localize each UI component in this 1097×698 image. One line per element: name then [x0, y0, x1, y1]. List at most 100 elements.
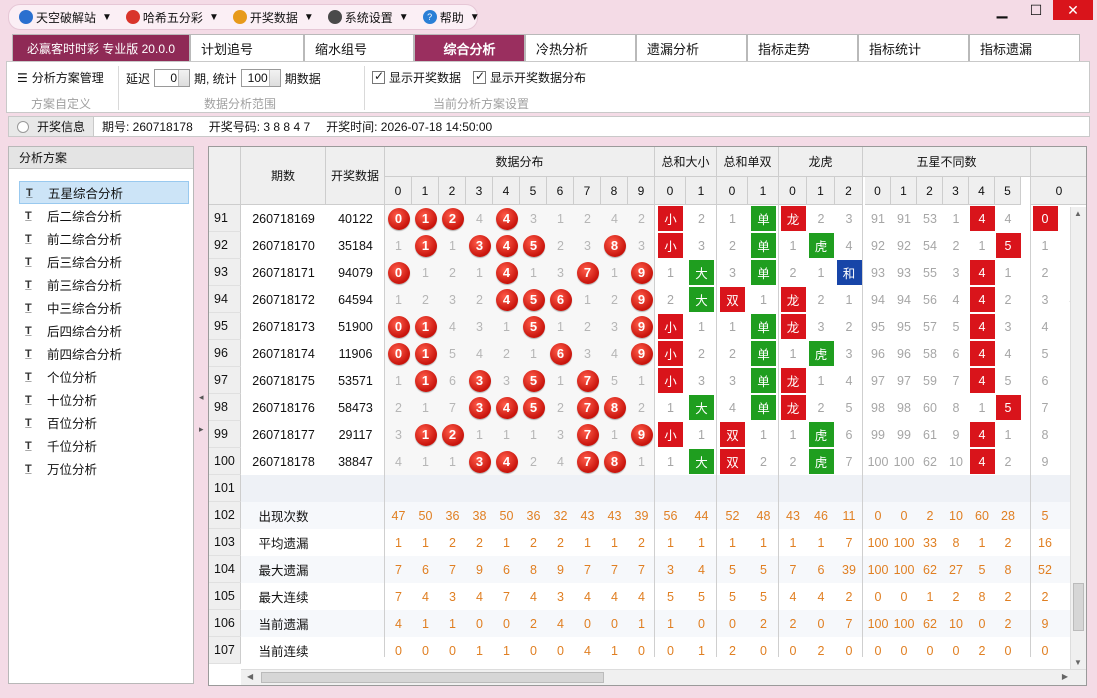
col-header-dragon[interactable]: 龙虎 [779, 147, 863, 177]
row-number[interactable]: 93 [209, 259, 241, 286]
horizontal-scrollbar[interactable]: ◀ ▶ [241, 669, 1086, 685]
col-header-bigsmall[interactable]: 总和大小 [655, 147, 717, 177]
col-header-open[interactable]: 开奖数据 [326, 147, 385, 205]
vertical-scrollbar[interactable]: ▲ ▼ [1070, 207, 1086, 669]
tab-1[interactable]: 缩水组号 [304, 34, 414, 61]
draw-info-toggle[interactable]: 开奖信息 [9, 117, 95, 136]
subheader-digit[interactable]: 9 [628, 177, 655, 205]
tab-4[interactable]: 遗漏分析 [636, 34, 747, 61]
scroll-up-icon[interactable]: ▲ [1074, 209, 1082, 218]
grid-corner[interactable] [209, 147, 241, 205]
chevron-right-icon[interactable]: ▸ [199, 424, 204, 435]
scroll-left-icon[interactable]: ◀ [247, 672, 253, 681]
subheader-oe[interactable]: 0 [717, 177, 748, 205]
row-number[interactable]: 99 [209, 421, 241, 448]
scheme-item[interactable]: T̲ 后二综合分析 [19, 204, 189, 227]
panel-splitter[interactable]: ◂ ▸ [197, 146, 207, 684]
scheme-item[interactable]: T̲ 前二综合分析 [19, 227, 189, 250]
tab-2[interactable]: 综合分析 [414, 34, 525, 61]
subheader-lh[interactable]: 1 [807, 177, 835, 205]
row-number[interactable]: 107 [209, 637, 241, 664]
dist-cell: 5 [520, 394, 547, 421]
menu-item-4[interactable]: ? 帮助 ▼ [422, 9, 480, 26]
subheader-digit[interactable]: 1 [412, 177, 439, 205]
scheme-item[interactable]: T̲ 前四综合分析 [19, 342, 189, 365]
col-header-period[interactable]: 期数 [241, 147, 326, 205]
tab-5[interactable]: 指标走势 [747, 34, 858, 61]
menu-item-3[interactable]: 系统设置 ▼ [327, 9, 409, 26]
menu-item-2[interactable]: 开奖数据 ▼ [232, 9, 314, 26]
show-open-checkbox[interactable]: 显示开奖数据 [372, 69, 461, 86]
scheme-item[interactable]: T̲ 千位分析 [19, 434, 189, 457]
oddeven-cell-mark: 双 [720, 422, 745, 447]
delay-spinner[interactable]: 0 [154, 69, 191, 87]
scheme-item[interactable]: T̲ 后四综合分析 [19, 319, 189, 342]
col-header-distinct[interactable]: 五星不同数 [863, 147, 1031, 177]
tab-3[interactable]: 冷热分析 [525, 34, 636, 61]
subheader-df[interactable]: 1 [891, 177, 917, 205]
vertical-scroll-thumb[interactable] [1073, 583, 1084, 631]
subheader-bs[interactable]: 1 [686, 177, 717, 205]
chevron-left-icon[interactable]: ◂ [199, 392, 204, 403]
col-header-extra[interactable] [1031, 147, 1086, 177]
row-number[interactable]: 98 [209, 394, 241, 421]
row-number[interactable]: 104 [209, 556, 241, 583]
row-number[interactable]: 94 [209, 286, 241, 313]
row-number[interactable]: 101 [209, 475, 241, 502]
row-number[interactable]: 97 [209, 367, 241, 394]
subheader-digit[interactable]: 0 [385, 177, 412, 205]
menu-item-1[interactable]: 哈希五分彩 ▼ [125, 9, 219, 26]
scheme-item[interactable]: T̲ 十位分析 [19, 388, 189, 411]
show-dist-checkbox[interactable]: 显示开奖数据分布 [473, 69, 586, 86]
scroll-down-icon[interactable]: ▼ [1074, 658, 1082, 667]
row-number[interactable]: 103 [209, 529, 241, 556]
subheader-lh[interactable]: 0 [779, 177, 807, 205]
close-icon[interactable]: ✕ [1053, 0, 1093, 20]
row-number[interactable]: 96 [209, 340, 241, 367]
subheader-df[interactable]: 0 [865, 177, 891, 205]
scheme-manage-button[interactable]: ☰ 分析方案管理 [17, 69, 104, 86]
subheader-df[interactable]: 4 [969, 177, 995, 205]
tab-0[interactable]: 计划追号 [190, 34, 304, 61]
subheader-digit[interactable]: 8 [601, 177, 628, 205]
subheader-digit[interactable]: 3 [466, 177, 493, 205]
scheme-item[interactable]: T̲ 个位分析 [19, 365, 189, 388]
count-spinner[interactable]: 100 [240, 69, 281, 87]
scheme-item[interactable]: T̲ 后三综合分析 [19, 250, 189, 273]
maximize-icon[interactable]: ☐ [1019, 0, 1053, 20]
subheader-digit[interactable]: 7 [574, 177, 601, 205]
subheader-digit[interactable]: 4 [493, 177, 520, 205]
subheader-digit[interactable]: 6 [547, 177, 574, 205]
subheader-bs[interactable]: 0 [655, 177, 686, 205]
horizontal-scroll-thumb[interactable] [261, 672, 604, 683]
col-header-dist[interactable]: 数据分布 [385, 147, 655, 177]
row-number[interactable]: 102 [209, 502, 241, 529]
scheme-item[interactable]: T̲ 前三综合分析 [19, 273, 189, 296]
scheme-item[interactable]: T̲ 百位分析 [19, 411, 189, 434]
scroll-right-icon[interactable]: ▶ [1062, 672, 1068, 681]
subheader-df[interactable]: 3 [943, 177, 969, 205]
subheader-lh[interactable]: 2 [835, 177, 863, 205]
subheader-df[interactable]: 2 [917, 177, 943, 205]
tab-6[interactable]: 指标统计 [858, 34, 969, 61]
row-number[interactable]: 105 [209, 583, 241, 610]
row-number[interactable]: 91 [209, 205, 241, 232]
col-header-oddeven[interactable]: 总和单双 [717, 147, 779, 177]
menu-item-0[interactable]: 天空破解站 ▼ [19, 9, 112, 26]
scheme-item[interactable]: T̲ 中三综合分析 [19, 296, 189, 319]
subheader-oe[interactable]: 1 [748, 177, 779, 205]
stat-value: 0 [874, 508, 882, 523]
scheme-item[interactable]: T̲ 万位分析 [19, 457, 189, 480]
row-number[interactable]: 92 [209, 232, 241, 259]
tab-7[interactable]: 指标遗漏 [969, 34, 1080, 61]
subheader-digit[interactable]: 2 [439, 177, 466, 205]
subheader-extra[interactable]: 0 [1031, 177, 1086, 205]
row-number[interactable]: 100 [209, 448, 241, 475]
minimize-icon[interactable]: ▁ [985, 0, 1019, 20]
dist-cell: 2 [557, 400, 564, 415]
scheme-item[interactable]: T̲ 五星综合分析 [19, 181, 189, 204]
subheader-df[interactable]: 5 [995, 177, 1021, 205]
subheader-digit[interactable]: 5 [520, 177, 547, 205]
row-number[interactable]: 106 [209, 610, 241, 637]
row-number[interactable]: 95 [209, 313, 241, 340]
